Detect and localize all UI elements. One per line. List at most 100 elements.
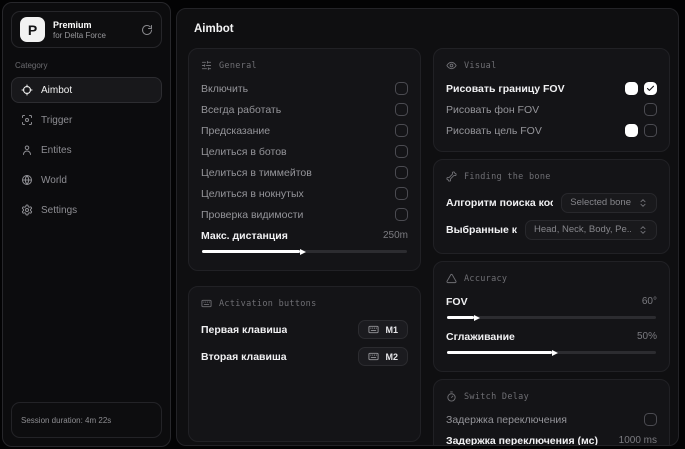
visual-controls [625,82,657,95]
draw-fov-border-checkbox[interactable] [644,82,657,95]
prediction-checkbox[interactable] [395,124,408,137]
bone-row: Выбранные кости Head, Neck, Body, Pe... [446,216,657,243]
visual-controls [625,124,657,137]
visual-header-label: Visual [464,60,497,71]
switch-delay-toggle-label: Задержка переключения [446,413,567,426]
first-key-button[interactable]: M1 [358,320,408,339]
toggle-row: Целиться в тиммейтов [201,162,408,183]
chevrons-up-down-icon [638,198,648,208]
toggle-row: Включить [201,78,408,99]
brand-card: P Premium for Delta Force [11,11,162,48]
sidebar-item-aimbot[interactable]: Aimbot [11,77,162,103]
slider-label-row: Задержка переключения (мс) 1000 ms [446,430,657,446]
brand-text: Premium for Delta Force [53,20,106,40]
target-bots-checkbox[interactable] [395,145,408,158]
target-knocked-checkbox[interactable] [395,187,408,200]
selected-bones-label: Выбранные кости [446,223,517,236]
crosshair-icon [21,84,33,96]
slider-fill [447,316,475,319]
always-work-checkbox[interactable] [395,103,408,116]
sidebar-item-trigger[interactable]: Trigger [11,107,162,133]
fov-slider[interactable] [447,316,656,319]
sidebar-item-label: Trigger [41,114,73,126]
second-key-label: Вторая клавиша [201,350,287,363]
toggle-label: Предсказание [201,124,271,137]
switch-delay-checkbox[interactable] [644,413,657,426]
accuracy-card: Accuracy FOV 60° Сглаживание 50% [433,261,670,372]
visibility-check-checkbox[interactable] [395,208,408,221]
first-key-value: M1 [385,324,398,335]
chevrons-up-down-icon [638,225,648,235]
brand-title: Premium [53,19,92,30]
gear-icon [21,204,33,216]
toggle-row: Всегда работать [201,99,408,120]
toggle-row: Целиться в нокнутых [201,183,408,204]
fov-value: 60° [641,296,657,307]
visual-row: Рисовать границу FOV [446,78,657,99]
selected-bones-value: Head, Neck, Body, Pe... [534,224,631,235]
second-key-button[interactable]: M2 [358,347,408,366]
toggle-label: Проверка видимости [201,208,304,221]
fov-border-color-swatch[interactable] [625,82,638,95]
sidebar-item-label: Entites [41,144,72,156]
activation-header: Activation buttons [201,298,408,309]
visual-row: Рисовать цель FOV [446,120,657,141]
visual-header: Visual [446,60,657,71]
right-column: Visual Рисовать границу FOV Рисовать фон… [433,48,670,445]
accuracy-header-label: Accuracy [464,273,508,284]
toggle-row: Целиться в ботов [201,141,408,162]
toggle-label: Включить [201,82,249,95]
timer-icon [446,391,457,402]
bone-algorithm-label: Алгоритм поиска костей [446,196,553,209]
globe-icon [21,174,33,186]
left-column: General Включить Всегда работать Предска… [188,48,421,442]
category-label: Category [15,61,48,70]
target-teammates-checkbox[interactable] [395,166,408,179]
draw-fov-bg-checkbox[interactable] [644,103,657,116]
sidebar-item-world[interactable]: World [11,167,162,193]
draw-fov-border-label: Рисовать границу FOV [446,82,565,95]
visual-controls [644,103,657,116]
keybind-row: Вторая клавиша M2 [201,343,408,370]
fov-target-color-swatch[interactable] [625,124,638,137]
toggle-label: Целиться в ботов [201,145,287,158]
sidebar: P Premium for Delta Force Category Aimbo… [2,2,171,447]
refresh-icon[interactable] [141,24,153,36]
max-distance-slider[interactable] [202,250,407,253]
first-key-label: Первая клавиша [201,323,288,336]
max-distance-label: Макс. дистанция [201,229,288,242]
enable-checkbox[interactable] [395,82,408,95]
visual-row: Рисовать фон FOV [446,99,657,120]
main-panel: Aimbot General Включить Всегда работать [176,8,679,446]
general-header: General [201,60,408,71]
check-icon [646,85,655,91]
general-header-label: General [219,60,257,71]
activation-header-label: Activation buttons [219,298,317,309]
draw-fov-target-checkbox[interactable] [644,124,657,137]
page-title: Aimbot [194,23,234,35]
bone-icon [446,171,457,182]
eye-icon [446,60,457,71]
second-key-value: M2 [385,351,398,362]
visual-card: Visual Рисовать границу FOV Рисовать фон… [433,48,670,152]
bone-row: Алгоритм поиска костей Selected bone [446,189,657,216]
switch-delay-header: Switch Delay [446,391,657,402]
slider-label-row: Сглаживание 50% [446,326,657,347]
sidebar-item-label: World [41,174,67,186]
content-columns: General Включить Всегда работать Предска… [188,48,670,445]
person-icon [21,144,33,156]
sliders-icon [201,60,212,71]
sidebar-item-entities[interactable]: Entites [11,137,162,163]
slider-label-row: FOV 60° [446,291,657,312]
toggle-row: Предсказание [201,120,408,141]
sidebar-item-settings[interactable]: Settings [11,197,162,223]
bone-algorithm-select[interactable]: Selected bone [561,192,657,213]
activation-card: Activation buttons Первая клавиша M1 Вто… [188,286,421,442]
focus-icon [21,114,33,126]
selected-bones-select[interactable]: Head, Neck, Body, Pe... [525,219,657,240]
smoothing-slider[interactable] [447,351,656,354]
keyboard-icon [368,324,380,335]
toggle-label: Целиться в нокнутых [201,187,304,200]
switch-delay-ms-label: Задержка переключения (мс) [446,434,598,446]
accuracy-header: Accuracy [446,273,657,284]
